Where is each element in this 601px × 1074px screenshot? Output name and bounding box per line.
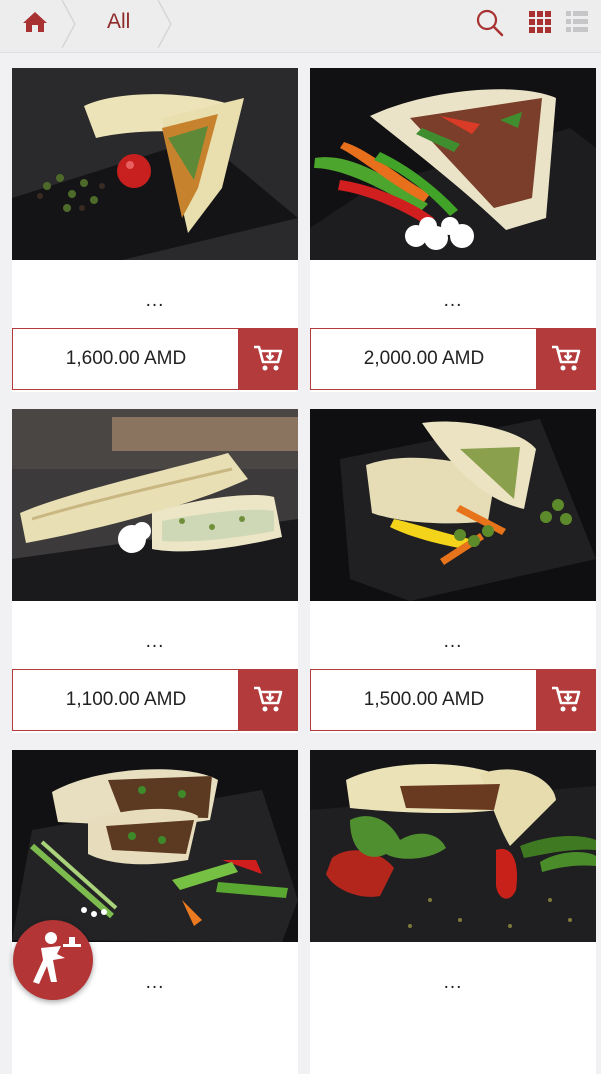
price-row: 1,500.00 AMD <box>310 669 596 731</box>
add-to-cart-button[interactable] <box>536 669 596 731</box>
product-image[interactable] <box>310 68 596 260</box>
product-card[interactable]: ... 1,100.00 AMD <box>12 409 298 733</box>
list-view-button[interactable] <box>564 8 594 38</box>
add-to-cart-button[interactable] <box>238 328 298 390</box>
breadcrumb-separator <box>158 0 172 48</box>
product-price: 1,600.00 AMD <box>65 348 187 369</box>
add-to-cart-icon <box>254 686 283 712</box>
price-row: 1,100.00 AMD <box>12 669 298 731</box>
search-button[interactable] <box>475 8 505 38</box>
product-image[interactable] <box>12 750 298 942</box>
product-card[interactable]: ... 1,500.00 AMD <box>310 409 596 733</box>
add-to-cart-icon <box>552 345 581 371</box>
product-image[interactable] <box>12 409 298 601</box>
grid-view-button[interactable] <box>527 8 557 38</box>
product-name[interactable]: ... <box>12 290 298 312</box>
breadcrumb-home[interactable] <box>0 0 70 46</box>
product-name[interactable]: ... <box>310 290 596 312</box>
add-to-cart-button[interactable] <box>536 328 596 390</box>
product-image[interactable] <box>310 409 596 601</box>
product-price: 1,100.00 AMD <box>65 689 187 710</box>
waiter-call-button[interactable] <box>13 920 93 1000</box>
breadcrumb-separator <box>62 0 76 48</box>
product-card[interactable]: ... 1,600.00 AMD <box>12 68 298 392</box>
product-price: 2,000.00 AMD <box>363 348 485 369</box>
add-to-cart-icon <box>552 686 581 712</box>
product-card[interactable]: ... <box>310 750 596 1074</box>
list-view-icon <box>566 11 588 32</box>
product-card[interactable]: ... <box>12 750 298 1074</box>
price-row: 2,000.00 AMD <box>310 328 596 390</box>
breadcrumb-current[interactable]: All <box>107 10 130 34</box>
home-icon <box>23 12 47 32</box>
top-bar: All <box>0 0 601 53</box>
add-to-cart-button[interactable] <box>238 669 298 731</box>
product-image[interactable] <box>12 68 298 260</box>
product-name[interactable]: ... <box>310 631 596 653</box>
search-icon <box>476 9 504 37</box>
price-row: 1,600.00 AMD <box>12 328 298 390</box>
grid-view-icon <box>529 11 551 33</box>
product-image[interactable] <box>310 750 596 942</box>
waiter-icon <box>33 932 81 984</box>
product-card[interactable]: ... 2,000.00 AMD <box>310 68 596 392</box>
product-price: 1,500.00 AMD <box>363 689 485 710</box>
product-name[interactable]: ... <box>12 631 298 653</box>
product-name[interactable]: ... <box>310 972 596 994</box>
add-to-cart-icon <box>254 345 283 371</box>
